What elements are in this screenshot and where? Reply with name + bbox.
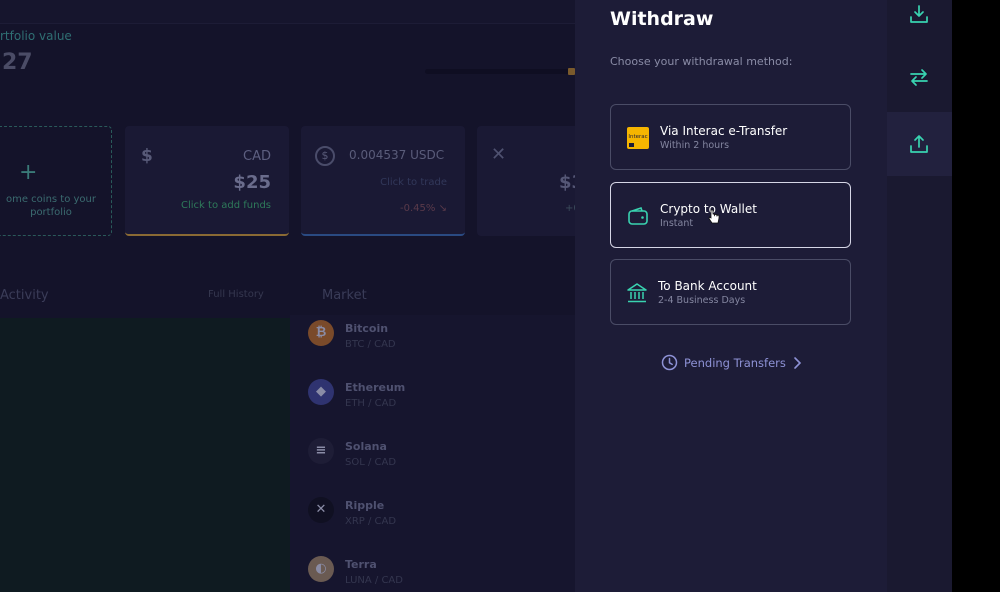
portfolio-value: 27 [2, 50, 33, 75]
withdraw-button[interactable] [887, 112, 952, 176]
cad-balance-card[interactable]: $ CAD $25 Click to add funds [125, 126, 289, 236]
trade-link[interactable]: Click to trade [380, 177, 447, 188]
market-row[interactable]: ✕ Ripple XRP / CAD [308, 497, 568, 541]
full-history-link[interactable]: Full History [208, 289, 264, 300]
market-title: Market [322, 288, 367, 303]
withdraw-icon [910, 135, 928, 153]
transfer-button[interactable] [887, 45, 952, 109]
bitcoin-icon: ₿ [308, 320, 334, 346]
ripple-icon: ✕ [308, 497, 334, 523]
add-funds-link[interactable]: Click to add funds [181, 200, 271, 211]
bank-account-method-option[interactable]: To Bank Account 2-4 Business Days [610, 259, 851, 325]
coin-name: Solana [345, 440, 387, 453]
solana-icon: ≡ [308, 438, 334, 464]
cad-amount: $25 [233, 172, 271, 193]
portfolio-value-label: rtfolio value [0, 29, 72, 43]
coin-pair: LUNA / CAD [345, 575, 403, 586]
top-bar [0, 0, 575, 24]
method-name: To Bank Account [658, 279, 757, 293]
window-edge [952, 0, 1000, 592]
coin-pair: ETH / CAD [345, 398, 397, 409]
usdc-balance: 0.004537 USDC [349, 148, 445, 162]
method-name: Via Interac e-Transfer [660, 124, 788, 138]
coin-pair: BTC / CAD [345, 339, 396, 350]
interac-method-option[interactable]: Interac Via Interac e-Transfer Within 2 … [610, 104, 851, 170]
bank-icon [627, 283, 647, 303]
method-time: Within 2 hours [660, 140, 730, 151]
market-row[interactable]: ≡ Solana SOL / CAD [308, 438, 568, 482]
usdc-balance-card[interactable]: $ 0.004537 USDC Click to trade -0.45% ↘ [301, 126, 465, 236]
ethereum-icon: ◆ [308, 379, 334, 405]
crypto-wallet-method-option[interactable]: Crypto to Wallet Instant [610, 182, 851, 248]
chevron-right-icon [794, 357, 802, 369]
ripple-card-icon: ✕ [491, 144, 507, 165]
coin-pair: SOL / CAD [345, 457, 397, 468]
pending-transfers-label: Pending Transfers [684, 356, 786, 370]
clock-icon [661, 354, 678, 371]
coin-pair: XRP / CAD [345, 516, 397, 527]
usdc-icon: $ [315, 146, 335, 166]
plus-icon: + [19, 160, 38, 185]
terra-icon: ◐ [308, 556, 334, 582]
add-coins-card[interactable]: + ome coins to your portfolio [0, 126, 112, 236]
portfolio-progress-track [425, 69, 570, 74]
withdraw-title: Withdraw [610, 8, 714, 30]
market-row[interactable]: ◆ Ethereum ETH / CAD [308, 379, 568, 423]
action-rail [887, 0, 952, 592]
deposit-button[interactable] [887, 0, 952, 46]
trend-down-icon: ↘ [438, 203, 447, 214]
activity-panel [0, 318, 290, 592]
method-time: 2-4 Business Days [658, 295, 746, 306]
interac-logo-text: Interac [628, 134, 647, 140]
interac-icon: Interac [627, 127, 649, 149]
xrp-change: +0 [565, 203, 575, 214]
xrp-amount: $3 [559, 172, 575, 193]
coin-name: Terra [345, 558, 377, 571]
market-row[interactable]: ₿ Bitcoin BTC / CAD [308, 320, 568, 364]
dollar-icon: $ [141, 146, 153, 166]
cad-currency: CAD [243, 149, 271, 164]
coin-name: Ethereum [345, 381, 406, 394]
wallet-icon [628, 206, 648, 225]
usdc-change: -0.45% ↘ [400, 203, 447, 214]
withdraw-drawer: Withdraw Choose your withdrawal method: … [575, 0, 887, 592]
add-coins-text: ome coins to your portfolio [5, 194, 96, 218]
hand-cursor-icon [708, 209, 720, 224]
activity-title: Activity [0, 288, 49, 303]
deposit-icon [910, 5, 928, 23]
usdc-change-value: -0.45% [400, 203, 436, 214]
dashboard-background: rtfolio value 27 + ome coins to your por… [0, 0, 575, 592]
coin-name: Ripple [345, 499, 385, 512]
market-row[interactable]: ◐ Terra LUNA / CAD [308, 556, 568, 592]
transfer-icon [910, 69, 928, 86]
coin-name: Bitcoin [345, 322, 389, 335]
xrp-balance-card[interactable]: ✕ $3 +0 [477, 126, 575, 236]
method-time: Instant [660, 218, 694, 229]
withdraw-subtitle: Choose your withdrawal method: [610, 55, 793, 68]
portfolio-progress-dot [568, 68, 575, 75]
